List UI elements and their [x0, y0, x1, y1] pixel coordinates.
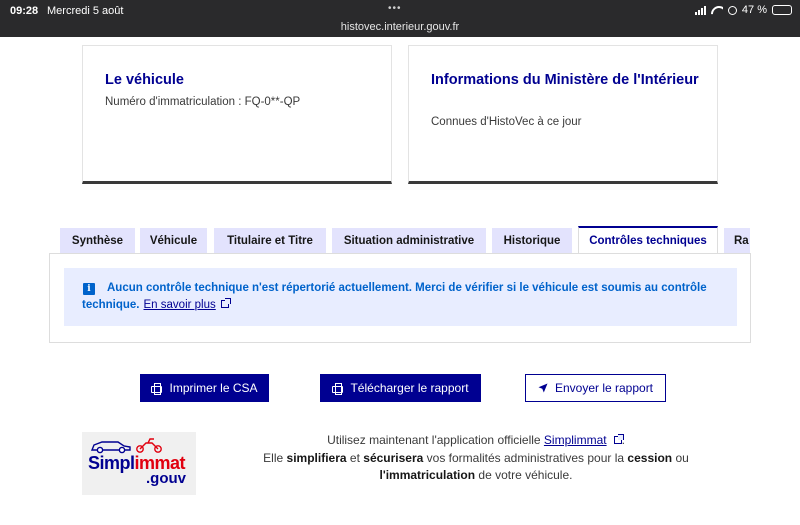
download-report-button[interactable]: Télécharger le rapport [320, 374, 481, 402]
printer-icon [151, 383, 163, 395]
download-report-label: Télécharger le rapport [350, 381, 469, 395]
tab-historique[interactable]: Historique [492, 228, 572, 254]
orientation-lock-icon [727, 5, 737, 15]
battery-percentage: 47 % [741, 4, 767, 16]
status-indicators: 47 % [694, 4, 792, 16]
wifi-icon [711, 6, 723, 15]
learn-more-label: En savoir plus [143, 299, 216, 311]
printer-icon [332, 383, 344, 395]
address-bar[interactable]: histovec.interieur.gouv.fr [0, 21, 800, 33]
send-report-button[interactable]: Envoyer le rapport [525, 374, 666, 402]
status-time: 09:28 [10, 5, 39, 17]
external-link-icon [613, 434, 624, 444]
simplimmat-logo[interactable]: Simplimmat .gouv [82, 432, 196, 495]
promo-line-1: Utilisez maintenant l'application offici… [327, 433, 625, 447]
logo-gouv-suffix: .gouv [146, 470, 186, 487]
cellular-signal-icon [694, 5, 706, 15]
ministry-card-title: Informations du Ministère de l'Intérieur [431, 72, 699, 88]
info-notice: i Aucun contrôle technique n'est réperto… [64, 268, 737, 326]
ministry-card: Informations du Ministère de l'Intérieur… [408, 45, 718, 184]
external-link-icon [220, 298, 231, 308]
tab-vehicule[interactable]: Véhicule [140, 228, 207, 254]
battery-icon [772, 5, 792, 15]
send-icon [538, 383, 548, 393]
promo-line-3: l'immatriculation de votre véhicule. [379, 468, 573, 482]
tab-rapport-truncated[interactable]: Ra [724, 228, 750, 254]
registration-number: Numéro d'immatriculation : FQ-0**-QP [105, 96, 301, 108]
multitasking-dots-icon[interactable]: ••• [388, 3, 402, 14]
status-date: Mercredi 5 août [47, 5, 124, 17]
print-csa-label: Imprimer le CSA [169, 381, 258, 395]
ministry-card-subtitle: Connues d'HistoVec à ce jour [431, 116, 582, 128]
notice-message: Aucun contrôle technique n'est répertori… [82, 280, 732, 314]
simplimmat-link[interactable]: Simplimmat [544, 433, 624, 447]
tab-controles-techniques[interactable]: Contrôles techniques [578, 226, 718, 254]
tab-synthese[interactable]: Synthèse [60, 228, 135, 254]
browser-status-bar: 09:28 Mercredi 5 août ••• histovec.inter… [0, 0, 800, 37]
tab-situation-administrative[interactable]: Situation administrative [332, 228, 486, 254]
vehicle-card-title: Le véhicule [105, 72, 184, 88]
tab-panel: i Aucun contrôle technique n'est réperto… [49, 253, 751, 343]
car-motorcycle-icon [90, 438, 162, 454]
vehicle-card: Le véhicule Numéro d'immatriculation : F… [82, 45, 392, 184]
report-tabs: Synthèse Véhicule Titulaire et Titre Sit… [60, 226, 750, 254]
tab-titulaire[interactable]: Titulaire et Titre [214, 228, 326, 254]
print-csa-button[interactable]: Imprimer le CSA [140, 374, 269, 402]
promo-line-2: Elle simplifiera et sécurisera vos forma… [263, 450, 689, 465]
simplimmat-promo-text: Utilisez maintenant l'application offici… [226, 432, 726, 485]
send-report-label: Envoyer le rapport [554, 381, 654, 395]
learn-more-link[interactable]: En savoir plus [143, 298, 231, 311]
